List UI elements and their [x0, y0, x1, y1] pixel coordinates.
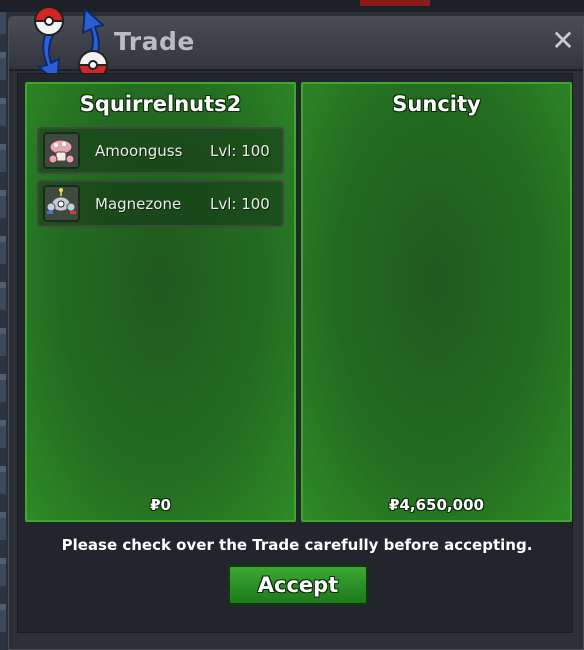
left-money-amount: ₽0 — [150, 496, 171, 514]
close-button[interactable]: ✕ — [549, 27, 577, 55]
pokeball-icon — [33, 6, 65, 36]
pokemon-row-amoonguss[interactable]: Amoonguss Lvl: 100 — [37, 127, 284, 174]
trade-window: Trade ✕ Squirrelnuts2 Amoonguss Lvl: 100… — [8, 6, 584, 650]
game-background-sprite — [360, 0, 430, 6]
window-title: Trade — [114, 27, 195, 56]
right-money-amount: ₽4,650,000 — [389, 496, 484, 514]
right-trade-panel: Suncity ₽4,650,000 — [301, 82, 572, 522]
pokemon-name: Magnezone — [95, 195, 182, 213]
game-background-left — [0, 12, 6, 650]
pokemon-name: Amoonguss — [95, 142, 183, 160]
pokemon-level: Lvl: 100 — [210, 195, 270, 213]
amoonguss-icon — [43, 132, 80, 169]
right-player-name: Suncity — [392, 92, 481, 116]
accept-button[interactable]: Accept — [228, 565, 368, 605]
left-trade-panel: Squirrelnuts2 Amoonguss Lvl: 100 Magnezo… — [25, 82, 296, 522]
magnezone-icon — [43, 185, 80, 222]
pokemon-level: Lvl: 100 — [210, 142, 270, 160]
trade-notice: Please check over the Trade carefully be… — [61, 536, 533, 554]
pokemon-row-magnezone[interactable]: Magnezone Lvl: 100 — [37, 180, 284, 227]
left-player-name: Squirrelnuts2 — [79, 92, 242, 116]
